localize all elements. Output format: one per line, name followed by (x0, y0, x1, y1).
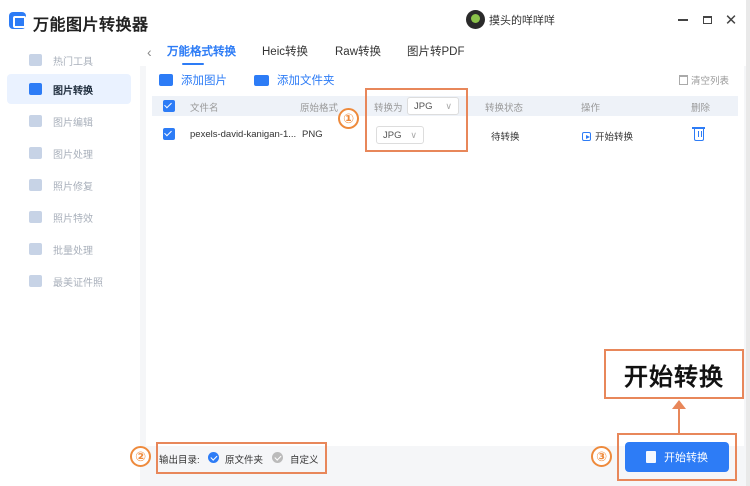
id-photo-icon (29, 275, 42, 287)
trash-icon (679, 75, 688, 85)
row-status: 待转换 (491, 132, 520, 143)
close-icon: ✕ (724, 12, 738, 29)
row-start-convert-button[interactable]: 开始转换 (582, 129, 633, 143)
maximize-button[interactable] (697, 10, 717, 30)
folder-plus-icon (254, 74, 269, 86)
header-orig-format: 原始格式 (300, 103, 339, 114)
add-image-button[interactable]: 添加图片 (159, 72, 227, 88)
app-logo-icon (9, 12, 26, 29)
batch-process-icon (29, 243, 42, 255)
sidebar-item-image-process[interactable]: 图片处理 (7, 138, 131, 168)
sidebar-item-photo-effects[interactable]: 照片特效 (7, 202, 131, 232)
frame-edge (746, 0, 750, 486)
sidebar-item-label: 图片处理 (53, 149, 93, 161)
sidebar-item-label: 图片编辑 (53, 117, 93, 129)
header-status: 转换状态 (485, 103, 524, 114)
close-button[interactable]: ✕ (721, 10, 741, 30)
annotation-callout: 开始转换 (604, 349, 744, 399)
sidebar-item-hot-tools[interactable]: 热门工具 (7, 45, 131, 75)
title-bar: 万能图片转换器 摸头的咩咩咩 ✕ (0, 0, 750, 40)
avatar[interactable] (466, 10, 485, 29)
tab-image-to-pdf[interactable]: 图片转PDF (407, 43, 465, 59)
sidebar-item-batch-process[interactable]: 批量处理 (7, 234, 131, 264)
annotation-box-output (156, 442, 327, 474)
sidebar-item-label: 照片特效 (53, 213, 93, 225)
sidebar-item-image-convert[interactable]: 图片转换 (7, 74, 131, 104)
add-folder-label: 添加文件夹 (277, 75, 335, 87)
add-image-label: 添加图片 (181, 75, 227, 87)
tab-universal-convert[interactable]: 万能格式转换 (167, 43, 236, 59)
delete-icon[interactable] (692, 127, 705, 141)
image-icon (159, 74, 173, 86)
sidebar-item-label: 图片转换 (53, 85, 93, 97)
clear-list-label: 清空列表 (691, 76, 730, 87)
row-orig-format: PNG (302, 129, 323, 140)
maximize-icon (702, 16, 712, 24)
app-title: 万能图片转换器 (33, 17, 149, 34)
row-checkbox[interactable] (163, 128, 175, 140)
sidebar-item-label: 最美证件照 (53, 277, 103, 289)
clear-list-button[interactable]: 清空列表 (679, 73, 729, 87)
sidebar-item-photo-repair[interactable]: 照片修复 (7, 170, 131, 200)
photo-repair-icon (29, 179, 42, 191)
sidebar-item-label: 照片修复 (53, 181, 93, 193)
tab-bar: ‹ 万能格式转换 Heic转换 Raw转换 图片转PDF (140, 40, 750, 66)
sidebar-item-label: 热门工具 (53, 56, 93, 68)
header-action: 操作 (581, 103, 601, 114)
tab-heic-convert[interactable]: Heic转换 (262, 43, 308, 59)
row-action-label: 开始转换 (595, 132, 634, 143)
row-filename: pexels-david-kanigan-1... (190, 129, 297, 140)
annotation-box-format (365, 88, 468, 152)
header-filename: 文件名 (190, 103, 219, 114)
image-convert-icon (29, 83, 42, 95)
annotation-number-2: ② (130, 446, 151, 467)
sidebar-item-id-photo[interactable]: 最美证件照 (7, 266, 131, 296)
minimize-button[interactable] (673, 10, 693, 30)
header-delete: 删除 (691, 103, 711, 114)
select-all-checkbox[interactable] (163, 100, 175, 112)
sidebar: 热门工具 图片转换 图片编辑 图片处理 照片修复 照片特效 批量处理 最美证件照 (0, 40, 140, 486)
sidebar-item-image-edit[interactable]: 图片编辑 (7, 106, 131, 136)
image-process-icon (29, 147, 42, 159)
tab-raw-convert[interactable]: Raw转换 (335, 43, 381, 59)
user-profile[interactable]: 摸头的咩咩咩 (466, 10, 555, 29)
sidebar-item-label: 批量处理 (53, 245, 93, 257)
chevron-left-icon[interactable]: ‹ (147, 44, 152, 60)
active-tab-indicator (182, 63, 204, 65)
annotation-number-3: ③ (591, 446, 612, 467)
add-folder-button[interactable]: 添加文件夹 (254, 72, 335, 88)
annotation-box-start (617, 433, 737, 481)
annotation-number-1: ① (338, 108, 359, 129)
image-edit-icon (29, 115, 42, 127)
annotation-arrow-head (672, 400, 686, 409)
hot-tools-icon (29, 54, 42, 66)
minimize-icon (678, 19, 688, 21)
play-icon (582, 132, 591, 141)
username[interactable]: 摸头的咩咩咩 (489, 12, 555, 28)
photo-effects-icon (29, 211, 42, 223)
annotation-arrow-line (678, 406, 680, 435)
